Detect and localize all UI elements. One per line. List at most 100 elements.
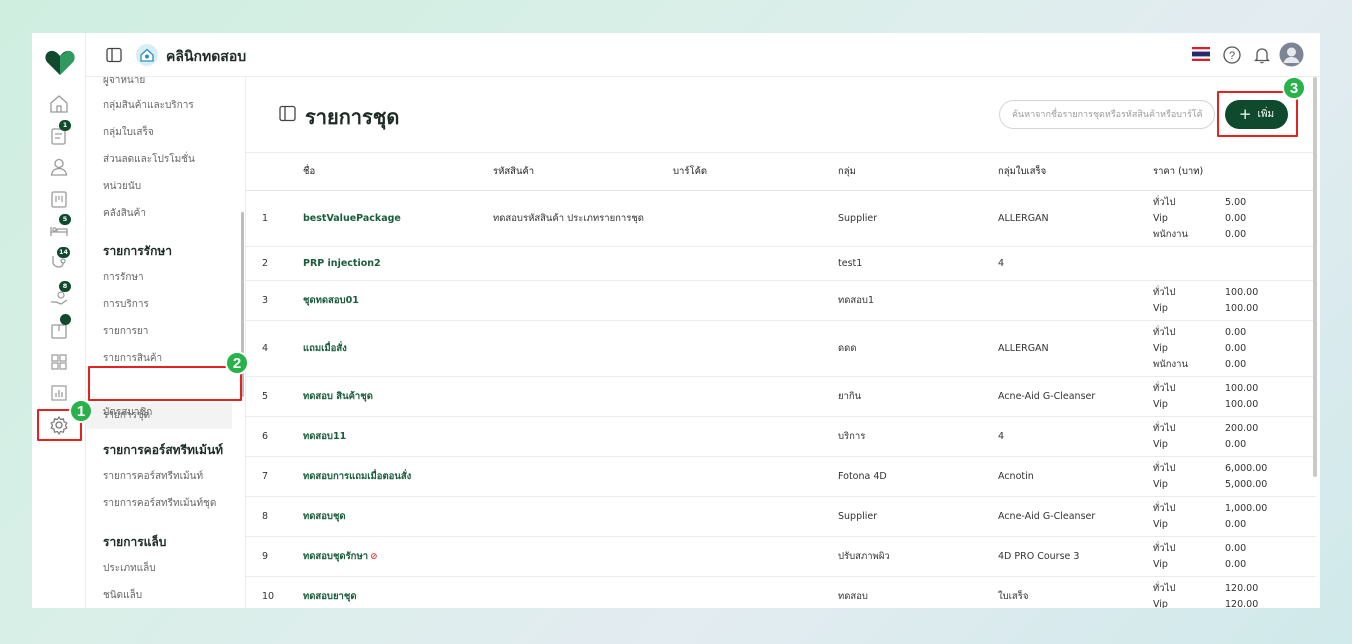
thai-flag-icon[interactable] [1192,47,1210,61]
menu-item-warehouse[interactable]: คลังสินค้า [103,206,146,221]
user-icon[interactable] [48,156,70,178]
cell-barcode [673,496,838,537]
cell-name[interactable]: แถมเมื่อสั่ง [303,320,493,377]
package-name-link[interactable]: ทดสอบชุด [303,511,346,522]
price-value: 100.00 [1225,382,1259,394]
cell-barcode [673,536,838,577]
package-name-link[interactable]: แถมเมื่อสั่ง [303,343,347,354]
table-row[interactable]: 3 ชุดทดสอบ01 ทดสอบ1 ทั่วไป 100.00 Vip 100.00 [246,280,1316,321]
menu-item-lab-type[interactable]: ประเภทแล็บ [103,561,156,576]
stethoscope-nav[interactable]: 14 [48,247,71,274]
avatar[interactable] [1279,42,1304,67]
menu-item-receipt-group[interactable]: กลุ่มใบเสร็จ [103,125,154,140]
menu-item-service[interactable]: การบริการ [103,297,149,312]
menu-item-discount[interactable]: ส่วนลดและโปรโมชั่น [103,152,195,167]
cell-no: 9 [246,536,303,577]
home-icon[interactable] [48,93,70,115]
package-name-link[interactable]: ชุดทดสอบ01 [303,295,359,306]
col-header-group[interactable]: กลุ่ม [838,152,998,191]
cell-price: ทั่วไป 0.00 Vip 0.00 พนักงาน 0.00 [1153,320,1316,377]
cell-name[interactable]: ชุดทดสอบ01 [303,280,493,321]
price-line: พนักงาน 0.00 [1153,357,1316,373]
clinic-logo-icon [136,44,158,66]
cell-receipt-group: 4 [998,246,1153,281]
cell-name[interactable]: ทดสอบชุดรักษา ⊘ [303,536,493,577]
table-row[interactable]: 7 ทดสอบการแถมเมื่อตอนสั่ง Fotona 4D Acnotin… [246,456,1316,497]
package-name-link[interactable]: ทดสอบ11 [303,431,346,442]
cell-price: ทั่วไป 6,000.00 Vip 5,000.00 [1153,456,1316,497]
cell-name[interactable]: ทดสอบ สินค้าชุด [303,376,493,417]
cell-barcode [673,576,838,608]
package-name-link[interactable]: bestValuePackage [303,213,401,224]
package-name-link[interactable]: ทดสอบ สินค้าชุด [303,391,373,402]
col-header-sku[interactable]: รหัสสินค้า [493,152,673,191]
package-name-link[interactable]: PRP injection2 [303,258,381,269]
cell-barcode [673,376,838,417]
table-row[interactable]: 2 PRP injection2 test1 4 [246,246,1316,281]
cell-barcode [673,280,838,321]
box-nav[interactable] [48,314,71,341]
cell-name[interactable]: ทดสอบชุด [303,496,493,537]
price-line: ทั่วไป 0.00 [1153,541,1316,557]
menu-item-course-package[interactable]: รายการคอร์สทรีทเม้นท์ชุด [103,496,216,511]
heart-logo-icon[interactable] [45,50,75,76]
search-input[interactable] [999,100,1215,129]
package-name-link[interactable]: ทดสอบการแถมเมื่อตอนสั่ง [303,471,411,482]
table-row[interactable]: 8 ทดสอบชุด Supplier Acne-Aid G-Cleanser ทั่ว… [246,496,1316,537]
menu-item-treatment[interactable]: การรักษา [103,270,144,285]
price-value: 0.00 [1225,558,1247,570]
cell-name[interactable]: ทดสอบการแถมเมื่อตอนสั่ง [303,456,493,497]
main-scrollbar[interactable] [1313,77,1317,477]
price-tier-label: Vip [1153,302,1168,314]
price-line: Vip 100.00 [1153,301,1316,317]
price-tier-label: ทั่วไป [1153,382,1176,394]
menu-section-treatment: รายการรักษา [103,244,173,258]
menu-item-lab-kind[interactable]: ชนิดแล็บ [103,588,142,603]
table-row[interactable]: 1 bestValuePackage ทดสอบรหัสสินค้า ประเภทร… [246,190,1316,247]
payment-nav[interactable]: 8 [48,281,71,308]
table-row[interactable]: 9 ทดสอบชุดรักษา ⊘ ปรับสภาพผิว 4D PRO Course … [246,536,1316,577]
price-tier-label: Vip [1153,438,1168,450]
menu-item-product[interactable]: รายการสินค้า [103,351,162,366]
cell-no: 2 [246,246,303,281]
col-header-name[interactable]: ชื่อ [303,152,493,191]
bed-badge: 5 [59,214,71,225]
cell-name[interactable]: ทดสอบยาชุด [303,576,493,608]
cell-group: ทดสอบ [838,576,998,608]
price-line: Vip 0.00 [1153,557,1316,573]
menu-item-product-group[interactable]: กลุ่มสินค้าและบริการ [103,98,194,113]
price-line: Vip 0.00 [1153,341,1316,357]
table-row[interactable]: 10 ทดสอบยาชุด ทดสอบ ใบเสร็จ ทั่วไป 120.00 Vip 1… [246,576,1316,608]
package-name-link[interactable]: ทดสอบชุดรักษา [303,551,368,562]
price-tier-label: ทั่วไป [1153,502,1176,514]
calendar-icon[interactable] [48,188,70,210]
col-header-no [246,152,303,191]
menu-item-medicine[interactable]: รายการยา [103,324,148,339]
table-row[interactable]: 4 แถมเมื่อสั่ง ดดด ALLERGAN ทั่วไป 0.00 Vip 0.0… [246,320,1316,377]
menu-item-supplier[interactable]: ผู้จำหน่าย [103,77,145,88]
bar-chart-icon[interactable] [48,382,70,404]
table-row[interactable]: 6 ทดสอบ11 บริการ 4 ทั่วไป 200.00 Vip 0.00 [246,416,1316,457]
receipt-nav[interactable]: 1 [48,120,71,147]
menu-item-unit[interactable]: หน่วยนับ [103,179,141,194]
col-header-receipt-group[interactable]: กลุ่มใบเสร็จ [998,152,1153,191]
menu-item-course[interactable]: รายการคอร์สทรีทเม้นท์ [103,469,203,484]
cell-name[interactable]: bestValuePackage [303,190,493,247]
menu-item-membership[interactable]: บัตรสมาชิก [103,405,152,420]
grid-icon[interactable] [48,351,70,373]
cell-name[interactable]: ทดสอบ11 [303,416,493,457]
bed-nav[interactable]: 5 [48,214,71,241]
table-row[interactable]: 5 ทดสอบ สินค้าชุด ยากิน Acne-Aid G-Cleanser… [246,376,1316,417]
package-name-link[interactable]: ทดสอบยาชุด [303,591,356,602]
price-value: 0.00 [1225,518,1247,530]
help-icon[interactable]: ? [1222,45,1242,65]
col-header-price[interactable]: ราคา (บาท) [1153,152,1316,191]
price-tier-label: พนักงาน [1153,358,1188,370]
top-bar: คลินิกทดสอบ ? [86,33,1320,77]
bell-icon[interactable] [1252,45,1272,65]
settings-menu: ผู้จำหน่าย กลุ่มสินค้าและบริการ กลุ่มใบเ… [86,77,246,608]
col-header-barcode[interactable]: บาร์โค้ด [673,152,838,191]
sidebar-toggle-icon[interactable] [106,47,122,63]
price-tier-label: ทั่วไป [1153,422,1176,434]
cell-name[interactable]: PRP injection2 [303,246,493,281]
